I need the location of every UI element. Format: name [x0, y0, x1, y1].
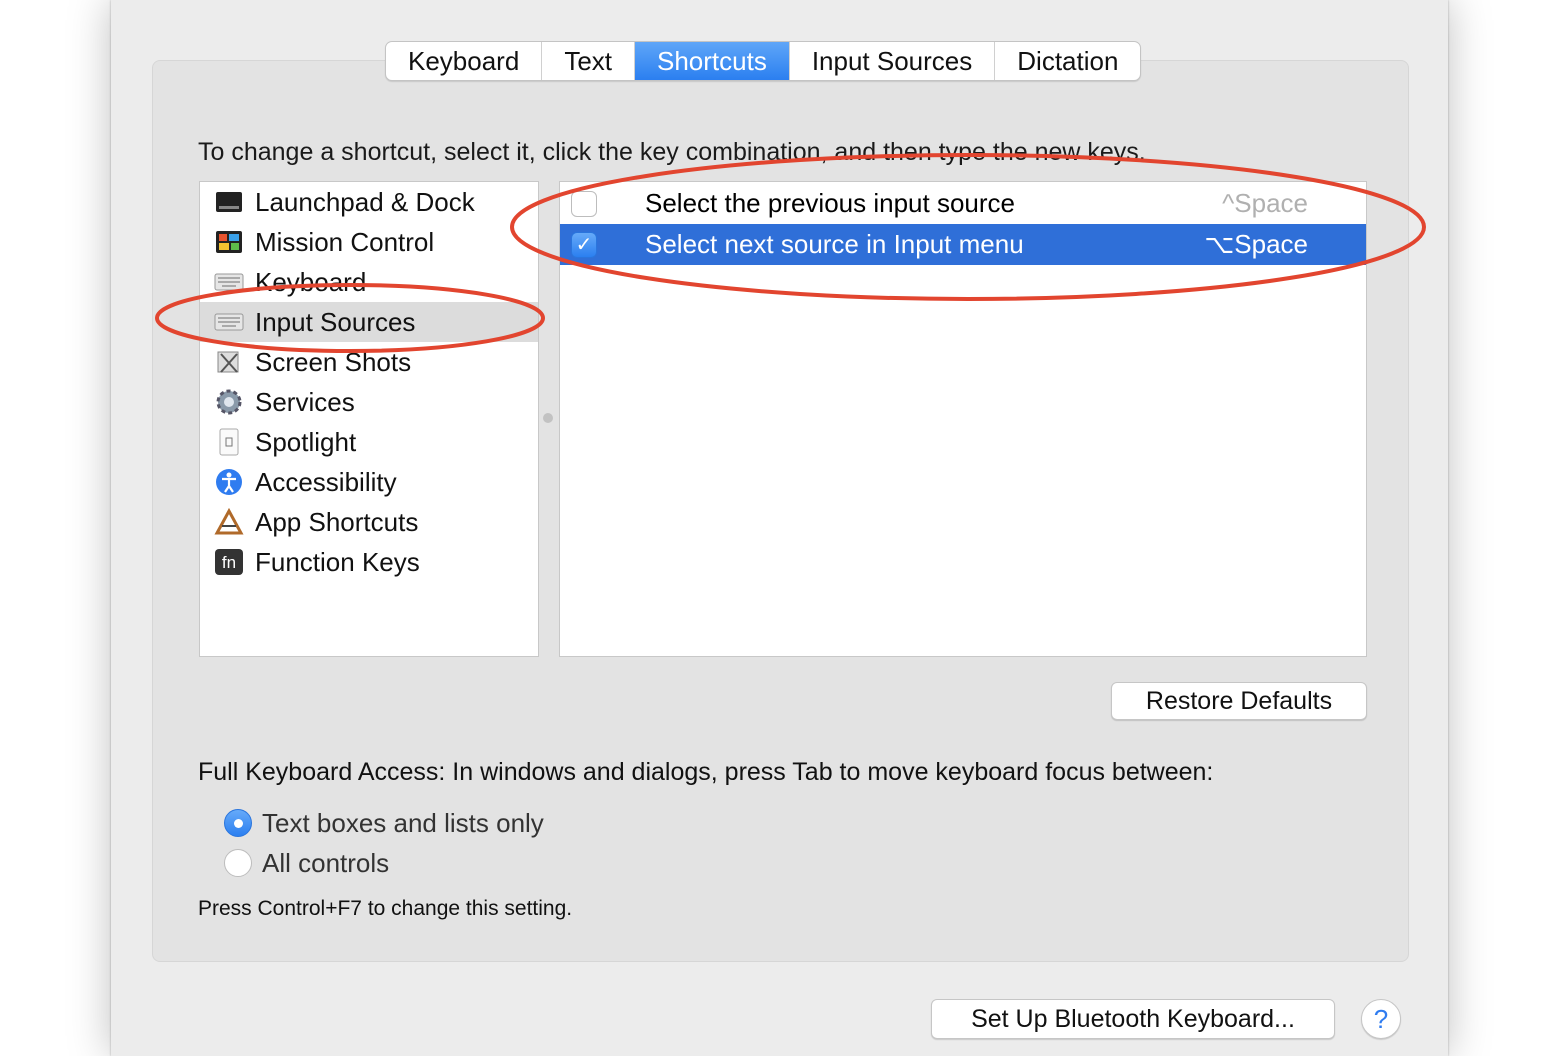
shortcut-key-combination[interactable]: ^Space: [1222, 188, 1308, 219]
radio-text-boxes-lists[interactable]: Text boxes and lists only: [224, 807, 544, 839]
category-label: Screen Shots: [255, 346, 412, 377]
screenshot-icon: [214, 347, 244, 377]
help-button[interactable]: ?: [1361, 999, 1401, 1039]
category-item-function-keys[interactable]: fn Function Keys: [200, 542, 538, 582]
category-item-mission-control[interactable]: Mission Control: [200, 222, 538, 262]
category-label: Mission Control: [255, 226, 435, 257]
svg-text:fn: fn: [222, 553, 236, 572]
split-view-divider-handle[interactable]: [543, 413, 553, 423]
category-label: Function Keys: [255, 546, 420, 577]
radio-all-controls[interactable]: All controls: [224, 847, 389, 879]
restore-defaults-button[interactable]: Restore Defaults: [1111, 682, 1367, 720]
launchpad-icon: [214, 187, 244, 217]
shortcut-list[interactable]: Select the previous input source ^Space …: [559, 181, 1367, 657]
shortcut-checkbox[interactable]: [571, 190, 597, 217]
category-label: Accessibility: [255, 466, 397, 497]
category-item-services[interactable]: Services: [200, 382, 538, 422]
keyboard-icon: [214, 267, 244, 297]
fn-icon: fn: [214, 547, 244, 577]
category-label: App Shortcuts: [255, 506, 419, 537]
shortcut-checkbox[interactable]: ✓: [571, 231, 597, 258]
radio-label: Text boxes and lists only: [262, 807, 544, 838]
keyboard-icon: [214, 307, 244, 337]
accessibility-icon: [214, 467, 244, 497]
category-item-screen-shots[interactable]: Screen Shots: [200, 342, 538, 382]
category-label: Input Sources: [255, 306, 416, 337]
shortcut-description: Select the previous input source: [645, 188, 1015, 218]
category-list[interactable]: Launchpad & Dock Mission Control Keyboar…: [199, 181, 539, 657]
category-label: Keyboard: [255, 266, 367, 297]
tab-bar: Keyboard Text Shortcuts Input Sources Di…: [385, 41, 1142, 81]
category-label: Services: [255, 386, 355, 417]
instruction-text: To change a shortcut, select it, click t…: [198, 138, 1146, 166]
tab-shortcuts[interactable]: Shortcuts: [635, 42, 790, 80]
tab-input-sources[interactable]: Input Sources: [790, 42, 996, 80]
full-keyboard-access-label: Full Keyboard Access: In windows and dia…: [198, 758, 1214, 786]
category-label: Spotlight: [255, 426, 357, 457]
keyboard-access-hint: Press Control+F7 to change this setting.: [198, 897, 573, 920]
set-up-bluetooth-keyboard-button[interactable]: Set Up Bluetooth Keyboard...: [931, 999, 1335, 1039]
tab-dictation[interactable]: Dictation: [995, 42, 1140, 80]
gear-icon: [214, 387, 244, 417]
tab-keyboard[interactable]: Keyboard: [386, 42, 543, 80]
shortcut-description: Select next source in Input menu: [645, 229, 1024, 259]
app-shortcuts-icon: [214, 507, 244, 537]
category-item-input-sources[interactable]: Input Sources: [200, 302, 538, 342]
checkmark-icon: ✓: [575, 234, 593, 256]
shortcut-key-combination[interactable]: ⌥Space: [1204, 229, 1308, 260]
category-item-app-shortcuts[interactable]: App Shortcuts: [200, 502, 538, 542]
radio-button[interactable]: [224, 809, 252, 837]
category-label: Launchpad & Dock: [255, 186, 475, 217]
category-item-accessibility[interactable]: Accessibility: [200, 462, 538, 502]
radio-button[interactable]: [224, 849, 252, 877]
category-item-launchpad-dock[interactable]: Launchpad & Dock: [200, 182, 538, 222]
radio-label: All controls: [262, 847, 390, 878]
category-item-keyboard[interactable]: Keyboard: [200, 262, 538, 302]
shortcut-row[interactable]: Select the previous input source ^Space: [560, 183, 1366, 224]
category-item-spotlight[interactable]: Spotlight: [200, 422, 538, 462]
shortcut-row[interactable]: ✓ Select next source in Input menu ⌥Spac…: [560, 224, 1366, 265]
tab-text[interactable]: Text: [542, 42, 635, 80]
spotlight-icon: [214, 427, 244, 457]
mission-control-icon: [214, 227, 244, 257]
